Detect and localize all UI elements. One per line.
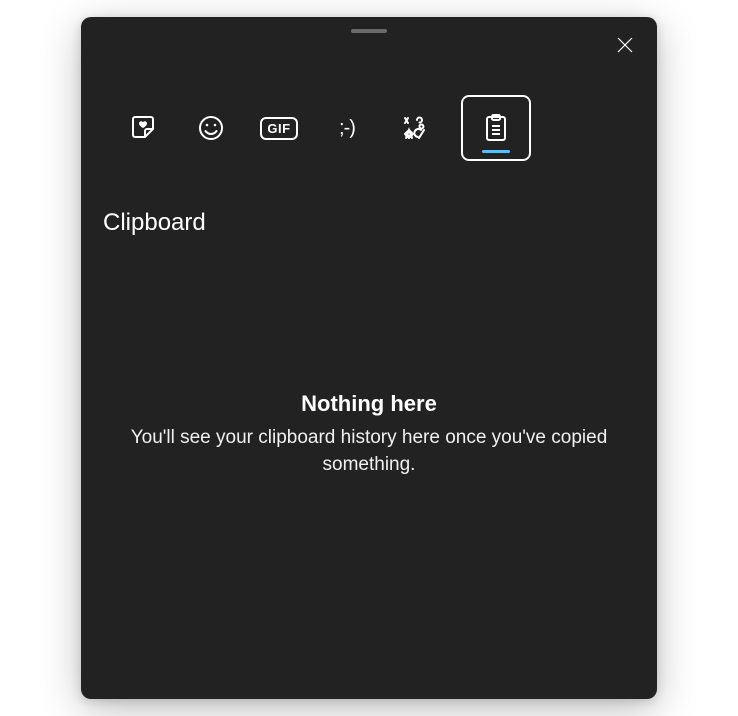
gif-icon: GIF — [260, 117, 297, 140]
emoji-clipboard-panel: GIF ;-) — [81, 17, 657, 699]
close-button[interactable] — [611, 31, 639, 59]
kaomoji-icon: ;-) — [339, 117, 355, 140]
tab-symbols[interactable] — [393, 106, 437, 150]
heart-sticker-icon — [129, 114, 157, 142]
tab-recent[interactable] — [121, 106, 165, 150]
clipboard-icon — [482, 113, 510, 143]
tab-emoji[interactable] — [189, 106, 233, 150]
empty-state: Nothing here You'll see your clipboard h… — [81, 237, 657, 478]
symbols-icon — [402, 115, 428, 141]
tab-clipboard[interactable] — [461, 95, 531, 161]
smiley-icon — [197, 114, 225, 142]
empty-state-message: You'll see your clipboard history here o… — [111, 425, 627, 478]
tab-bar: GIF ;-) — [81, 17, 657, 161]
close-icon — [617, 37, 633, 53]
empty-state-title: Nothing here — [111, 391, 627, 417]
drag-handle[interactable] — [351, 29, 387, 33]
tab-kaomoji[interactable]: ;-) — [325, 106, 369, 150]
tab-gif[interactable]: GIF — [257, 106, 301, 150]
section-title: Clipboard — [81, 161, 657, 237]
